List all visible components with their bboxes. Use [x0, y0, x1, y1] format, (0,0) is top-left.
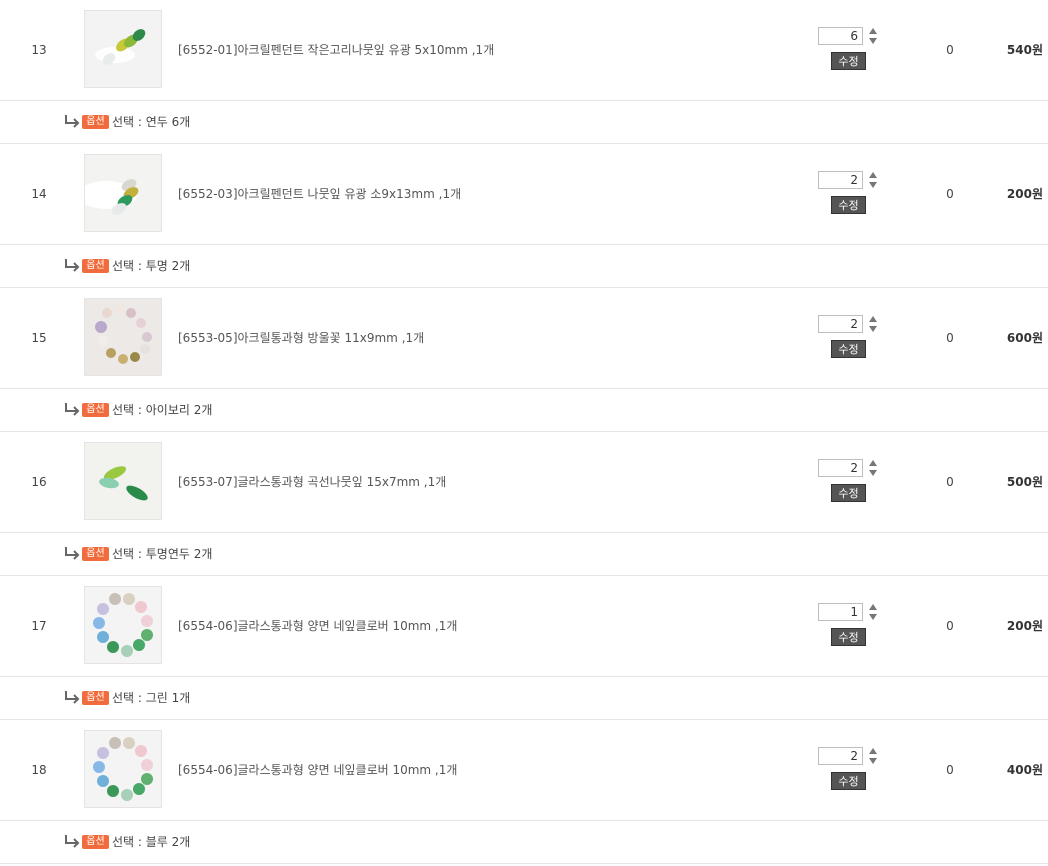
- item-price: 200원: [1006, 187, 1043, 201]
- option-badge: 옵션: [82, 691, 109, 705]
- quantity-stepper-icon[interactable]: [867, 170, 879, 190]
- item-number: 16: [31, 475, 47, 489]
- option-badge: 옵션: [82, 403, 109, 417]
- quantity-stepper-icon[interactable]: [867, 746, 879, 766]
- item-number: 14: [31, 187, 47, 201]
- option-row: 옵션 선택 : 연두 6개: [0, 101, 1048, 144]
- product-name-link[interactable]: [6553-07]글라스통과형 곡선나뭇잎 15x7mm ,1개: [178, 432, 446, 532]
- item-points: 0: [946, 43, 954, 57]
- item-price: 400원: [1006, 763, 1043, 777]
- product-name-link[interactable]: [6554-06]글라스통과형 양면 네잎클로버 10mm ,1개: [178, 576, 457, 676]
- item-price: 540원: [1006, 43, 1043, 57]
- quantity-input[interactable]: 2: [818, 171, 863, 189]
- product-thumbnail[interactable]: [84, 730, 162, 808]
- option-row: 옵션 선택 : 투명 2개: [0, 245, 1048, 288]
- reply-arrow-icon: [65, 259, 80, 272]
- item-points: 0: [946, 331, 954, 345]
- clover-glass-beads-image: [85, 587, 161, 663]
- item-price: 200원: [1006, 619, 1043, 633]
- option-row: 옵션 선택 : 그린 1개: [0, 677, 1048, 720]
- option-text: 선택 : 투명연두 2개: [112, 547, 213, 561]
- item-number: 15: [31, 331, 47, 345]
- quantity-stepper-icon[interactable]: [867, 602, 879, 622]
- item-number: 17: [31, 619, 47, 633]
- edit-quantity-button[interactable]: 수정: [831, 52, 866, 70]
- clover-glass-beads-image: [85, 731, 161, 807]
- edit-quantity-button[interactable]: 수정: [831, 340, 866, 358]
- item-price: 500원: [1006, 475, 1043, 489]
- edit-quantity-button[interactable]: 수정: [831, 484, 866, 502]
- option-text: 선택 : 연두 6개: [112, 115, 191, 129]
- cart-item-row: 13 [6552-01]아크릴펜던트 작은고리나뭇잎 유광 5x10mm ,1개…: [0, 0, 1048, 101]
- option-badge: 옵션: [82, 835, 109, 849]
- quantity-input[interactable]: 2: [818, 747, 863, 765]
- curved-leaf-glass-image: [85, 443, 161, 519]
- product-thumbnail[interactable]: [84, 586, 162, 664]
- green-leaf-pendant-image: [85, 11, 161, 87]
- leaf-pendant-image: [85, 155, 161, 231]
- reply-arrow-icon: [65, 547, 80, 560]
- option-text: 선택 : 블루 2개: [112, 835, 191, 849]
- option-text: 선택 : 아이보리 2개: [112, 403, 213, 417]
- quantity-stepper-icon[interactable]: [867, 26, 879, 46]
- edit-quantity-button[interactable]: 수정: [831, 628, 866, 646]
- cart-list: 13 [6552-01]아크릴펜던트 작은고리나뭇잎 유광 5x10mm ,1개…: [0, 0, 1048, 864]
- option-text: 선택 : 그린 1개: [112, 691, 191, 705]
- cart-item-row: 15 [6553-05]아크릴통과형 방울꽃 11x9mm ,1개 2 수정 0…: [0, 288, 1048, 389]
- item-number: 13: [31, 43, 47, 57]
- quantity-input[interactable]: 2: [818, 315, 863, 333]
- option-row: 옵션 선택 : 투명연두 2개: [0, 533, 1048, 576]
- option-text: 선택 : 투명 2개: [112, 259, 191, 273]
- reply-arrow-icon: [65, 115, 80, 128]
- option-badge: 옵션: [82, 115, 109, 129]
- item-points: 0: [946, 187, 954, 201]
- edit-quantity-button[interactable]: 수정: [831, 772, 866, 790]
- reply-arrow-icon: [65, 835, 80, 848]
- cart-item-row: 16 [6553-07]글라스통과형 곡선나뭇잎 15x7mm ,1개 2 수정…: [0, 432, 1048, 533]
- cart-item-row: 14 [6552-03]아크릴펜던트 나뭇잎 유광 소9x13mm ,1개 2 …: [0, 144, 1048, 245]
- reply-arrow-icon: [65, 403, 80, 416]
- option-badge: 옵션: [82, 259, 109, 273]
- product-thumbnail[interactable]: [84, 154, 162, 232]
- product-thumbnail[interactable]: [84, 10, 162, 88]
- quantity-input[interactable]: 2: [818, 459, 863, 477]
- bell-flower-beads-image: [85, 299, 161, 375]
- cart-item-row: 18 [6554-06]글라스통과형 양면 네잎클로버 10mm ,1개 2 수…: [0, 720, 1048, 821]
- quantity-input[interactable]: 1: [818, 603, 863, 621]
- cart-item-row: 17 [6554-06]글라스통과형 양면 네잎클로버 10mm ,1개 1 수…: [0, 576, 1048, 677]
- quantity-stepper-icon[interactable]: [867, 314, 879, 334]
- option-row: 옵션 선택 : 블루 2개: [0, 821, 1048, 864]
- item-points: 0: [946, 619, 954, 633]
- quantity-input[interactable]: 6: [818, 27, 863, 45]
- product-thumbnail[interactable]: [84, 442, 162, 520]
- option-badge: 옵션: [82, 547, 109, 561]
- product-name-link[interactable]: [6552-03]아크릴펜던트 나뭇잎 유광 소9x13mm ,1개: [178, 144, 461, 244]
- product-name-link[interactable]: [6553-05]아크릴통과형 방울꽃 11x9mm ,1개: [178, 288, 424, 388]
- quantity-stepper-icon[interactable]: [867, 458, 879, 478]
- item-price: 600원: [1006, 331, 1043, 345]
- product-name-link[interactable]: [6552-01]아크릴펜던트 작은고리나뭇잎 유광 5x10mm ,1개: [178, 0, 494, 100]
- product-name-link[interactable]: [6554-06]글라스통과형 양면 네잎클로버 10mm ,1개: [178, 720, 457, 820]
- item-points: 0: [946, 475, 954, 489]
- reply-arrow-icon: [65, 691, 80, 704]
- product-thumbnail[interactable]: [84, 298, 162, 376]
- item-number: 18: [31, 763, 47, 777]
- option-row: 옵션 선택 : 아이보리 2개: [0, 389, 1048, 432]
- item-points: 0: [946, 763, 954, 777]
- edit-quantity-button[interactable]: 수정: [831, 196, 866, 214]
